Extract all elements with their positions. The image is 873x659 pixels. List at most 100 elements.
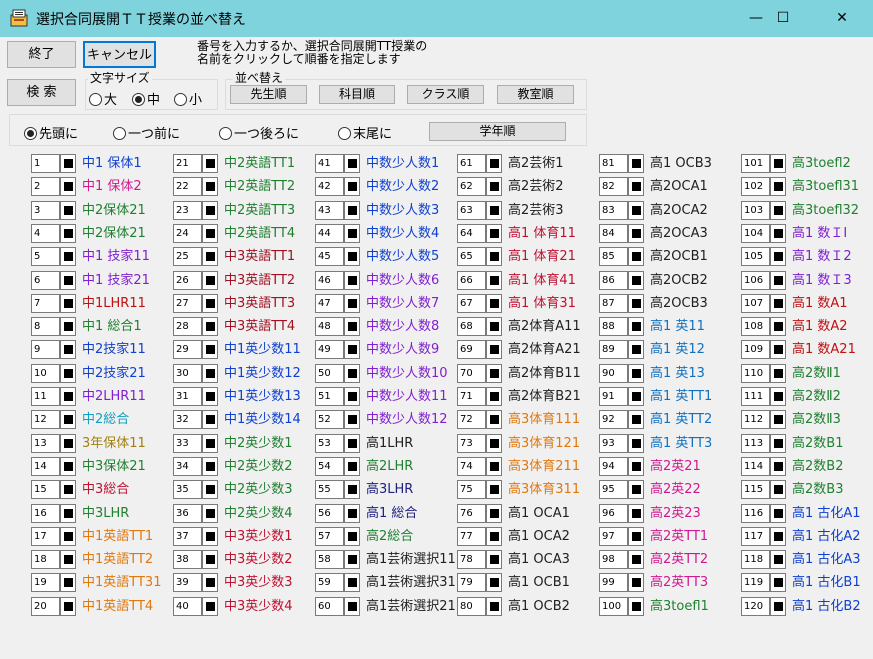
checkbox[interactable] [486,271,502,290]
class-item[interactable]: 19 中1英語TT31 [31,572,169,592]
class-item[interactable]: 118 高1 古化A3 [741,549,873,569]
class-label[interactable]: 中3LHR [82,503,129,525]
checkbox[interactable] [202,527,218,546]
class-item[interactable]: 48 中数少人数8 [315,316,453,336]
order-number-input[interactable]: 14 [31,457,60,476]
order-number-input[interactable]: 54 [315,457,344,476]
class-item[interactable]: 56 高1 総合 [315,503,453,523]
order-number-input[interactable]: 57 [315,527,344,546]
order-number-input[interactable]: 118 [741,550,770,569]
checkbox[interactable] [202,317,218,336]
order-number-input[interactable]: 82 [599,177,628,196]
order-number-input[interactable]: 107 [741,294,770,313]
class-label[interactable]: 中1 保体2 [82,176,142,198]
checkbox[interactable] [344,527,360,546]
order-number-input[interactable]: 88 [599,317,628,336]
class-label[interactable]: 高1 OCA3 [508,549,570,571]
checkbox[interactable] [486,504,502,523]
checkbox[interactable] [344,247,360,266]
sort-by-class-button[interactable]: クラス順 [407,85,484,104]
checkbox[interactable] [344,387,360,406]
class-label[interactable]: 高1 英TT3 [650,433,712,455]
class-label[interactable]: 中2英語TT1 [224,153,295,175]
order-number-input[interactable]: 47 [315,294,344,313]
checkbox[interactable] [486,434,502,453]
class-label[interactable]: 高1 古化A2 [792,526,861,548]
checkbox[interactable] [486,340,502,359]
order-number-input[interactable]: 42 [315,177,344,196]
checkbox[interactable] [486,364,502,383]
order-number-input[interactable]: 15 [31,480,60,499]
order-number-input[interactable]: 52 [315,410,344,429]
checkbox[interactable] [628,573,644,592]
class-label[interactable]: 中数少人数6 [366,270,439,292]
checkbox[interactable] [486,154,502,173]
class-label[interactable]: 高1 数ＩⅠ [792,223,847,245]
class-label[interactable]: 高1 体育31 [508,293,576,315]
sort-by-teacher-button[interactable]: 先生順 [230,85,307,104]
checkbox[interactable] [202,504,218,523]
class-label[interactable]: 高1芸術選択31 [366,572,456,594]
checkbox[interactable] [344,434,360,453]
checkbox[interactable] [60,317,76,336]
checkbox[interactable] [770,177,786,196]
class-label[interactable]: 高2数Ⅱ1 [792,363,841,385]
order-number-input[interactable]: 6 [31,271,60,290]
class-label[interactable]: 高3LHR [366,479,413,501]
class-item[interactable]: 78 高1 OCA3 [457,549,595,569]
class-item[interactable]: 43 中数少人数3 [315,200,453,220]
order-number-input[interactable]: 71 [457,387,486,406]
class-label[interactable]: 高1 OCA2 [508,526,570,548]
order-number-input[interactable]: 19 [31,573,60,592]
class-item[interactable]: 106 高1 数Ｉ3 [741,270,873,290]
class-label[interactable]: 高1 OCA1 [508,503,570,525]
class-label[interactable]: 中数少人数7 [366,293,439,315]
order-number-input[interactable]: 65 [457,247,486,266]
checkbox[interactable] [60,597,76,616]
class-item[interactable]: 114 高2数B2 [741,456,873,476]
checkbox[interactable] [202,294,218,313]
checkbox[interactable] [770,434,786,453]
maximize-button[interactable]: ☐ [757,0,809,37]
order-number-input[interactable]: 12 [31,410,60,429]
order-number-input[interactable]: 77 [457,527,486,546]
order-number-input[interactable]: 30 [173,364,202,383]
class-item[interactable]: 80 高1 OCB2 [457,596,595,616]
class-item[interactable]: 46 中数少人数6 [315,270,453,290]
class-item[interactable]: 92 高1 英TT2 [599,409,737,429]
checkbox[interactable] [60,340,76,359]
checkbox[interactable] [60,154,76,173]
class-label[interactable]: 高1 OCB1 [508,572,570,594]
class-item[interactable]: 104 高1 数ＩⅠ [741,223,873,243]
order-number-input[interactable]: 66 [457,271,486,290]
order-number-input[interactable]: 89 [599,340,628,359]
order-number-input[interactable]: 46 [315,271,344,290]
checkbox[interactable] [60,434,76,453]
class-item[interactable]: 96 高2英23 [599,503,737,523]
class-label[interactable]: 高2体育B11 [508,363,581,385]
class-item[interactable]: 82 高2OCA1 [599,176,737,196]
checkbox[interactable] [628,527,644,546]
checkbox[interactable] [770,504,786,523]
class-label[interactable]: 高1芸術選択11 [366,549,456,571]
order-number-input[interactable]: 97 [599,527,628,546]
class-item[interactable]: 69 高2体育A21 [457,339,595,359]
class-item[interactable]: 1 中1 保体1 [31,153,169,173]
checkbox[interactable] [344,504,360,523]
order-number-input[interactable]: 78 [457,550,486,569]
class-item[interactable]: 84 高2OCA3 [599,223,737,243]
class-item[interactable]: 41 中数少人数1 [315,153,453,173]
class-item[interactable]: 37 中3英少数1 [173,526,311,546]
order-number-input[interactable]: 8 [31,317,60,336]
order-number-input[interactable]: 21 [173,154,202,173]
order-number-input[interactable]: 25 [173,247,202,266]
class-label[interactable]: 高2OCB2 [650,270,708,292]
checkbox[interactable] [770,364,786,383]
order-number-input[interactable]: 90 [599,364,628,383]
class-item[interactable]: 105 高1 数Ｉ2 [741,246,873,266]
class-item[interactable]: 21 中2英語TT1 [173,153,311,173]
class-item[interactable]: 58 高1芸術選択11 [315,549,456,571]
order-number-input[interactable]: 2 [31,177,60,196]
class-item[interactable]: 59 高1芸術選択31 [315,572,456,594]
class-item[interactable]: 28 中3英語TT4 [173,316,311,336]
